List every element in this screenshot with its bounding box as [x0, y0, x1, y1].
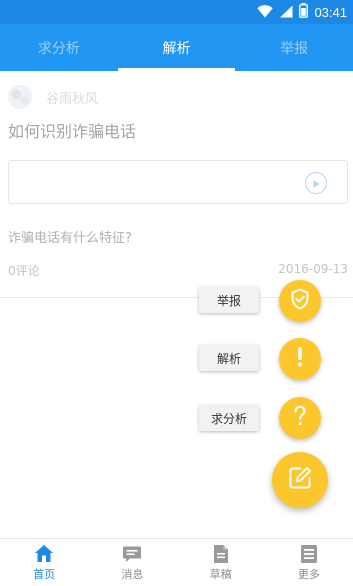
tab-bar: 求分析 解析 举报 — [0, 24, 353, 71]
play-icon — [311, 174, 321, 193]
audio-player[interactable] — [8, 160, 348, 204]
home-icon — [34, 544, 54, 564]
nav-drafts[interactable]: 草稿 — [177, 539, 265, 586]
nav-drafts-label: 草稿 — [209, 567, 232, 581]
bottom-nav: 首页 消息 草稿 更多 — [0, 538, 353, 586]
fab-report-label[interactable]: 举报 — [199, 287, 259, 313]
post-title: 如何识别诈骗电话 — [8, 122, 137, 141]
comment-count: 0评论 — [8, 264, 40, 278]
author-name: 谷雨秋风 — [46, 91, 99, 107]
avatar — [8, 85, 32, 109]
edit-icon — [287, 465, 313, 495]
fab-compose-button[interactable] — [272, 452, 328, 508]
post-meta: 0评论 2016-09-13 — [8, 262, 348, 279]
post-date: 2016-09-13 — [278, 262, 348, 276]
shield-icon — [290, 288, 310, 314]
signal-icon — [279, 3, 293, 22]
nav-home[interactable]: 首页 — [0, 539, 88, 586]
tab-request-analysis[interactable]: 求分析 — [0, 24, 118, 71]
fab-analysis-label[interactable]: 解析 — [199, 345, 259, 371]
draft-icon — [211, 544, 231, 564]
author-row: 谷雨秋风 — [8, 85, 98, 109]
tab-report[interactable]: 举报 — [235, 24, 353, 71]
status-icons: 03:41 — [257, 2, 347, 22]
fab-request-button[interactable] — [279, 397, 321, 439]
nav-more-label: 更多 — [297, 567, 320, 581]
nav-messages[interactable]: 消息 — [88, 539, 176, 586]
post-body: 诈骗电话有什么特征? — [8, 231, 132, 246]
fab-request-label[interactable]: 求分析 — [199, 405, 259, 431]
status-bar: 03:41 — [0, 0, 353, 24]
battery-icon — [299, 2, 309, 22]
nav-messages-label: 消息 — [121, 567, 144, 581]
nav-home-label: 首页 — [33, 567, 56, 581]
tab-analysis[interactable]: 解析 — [117, 24, 236, 71]
clock: 03:41 — [314, 4, 347, 20]
exclamation-icon — [295, 346, 305, 372]
question-icon — [293, 405, 307, 431]
play-button[interactable] — [305, 172, 327, 194]
fab-analysis-button[interactable] — [279, 338, 321, 380]
message-icon — [122, 544, 142, 564]
nav-more[interactable]: 更多 — [265, 539, 353, 586]
wifi-icon — [257, 3, 274, 22]
fab-report-button[interactable] — [279, 280, 321, 322]
more-icon — [299, 544, 319, 564]
